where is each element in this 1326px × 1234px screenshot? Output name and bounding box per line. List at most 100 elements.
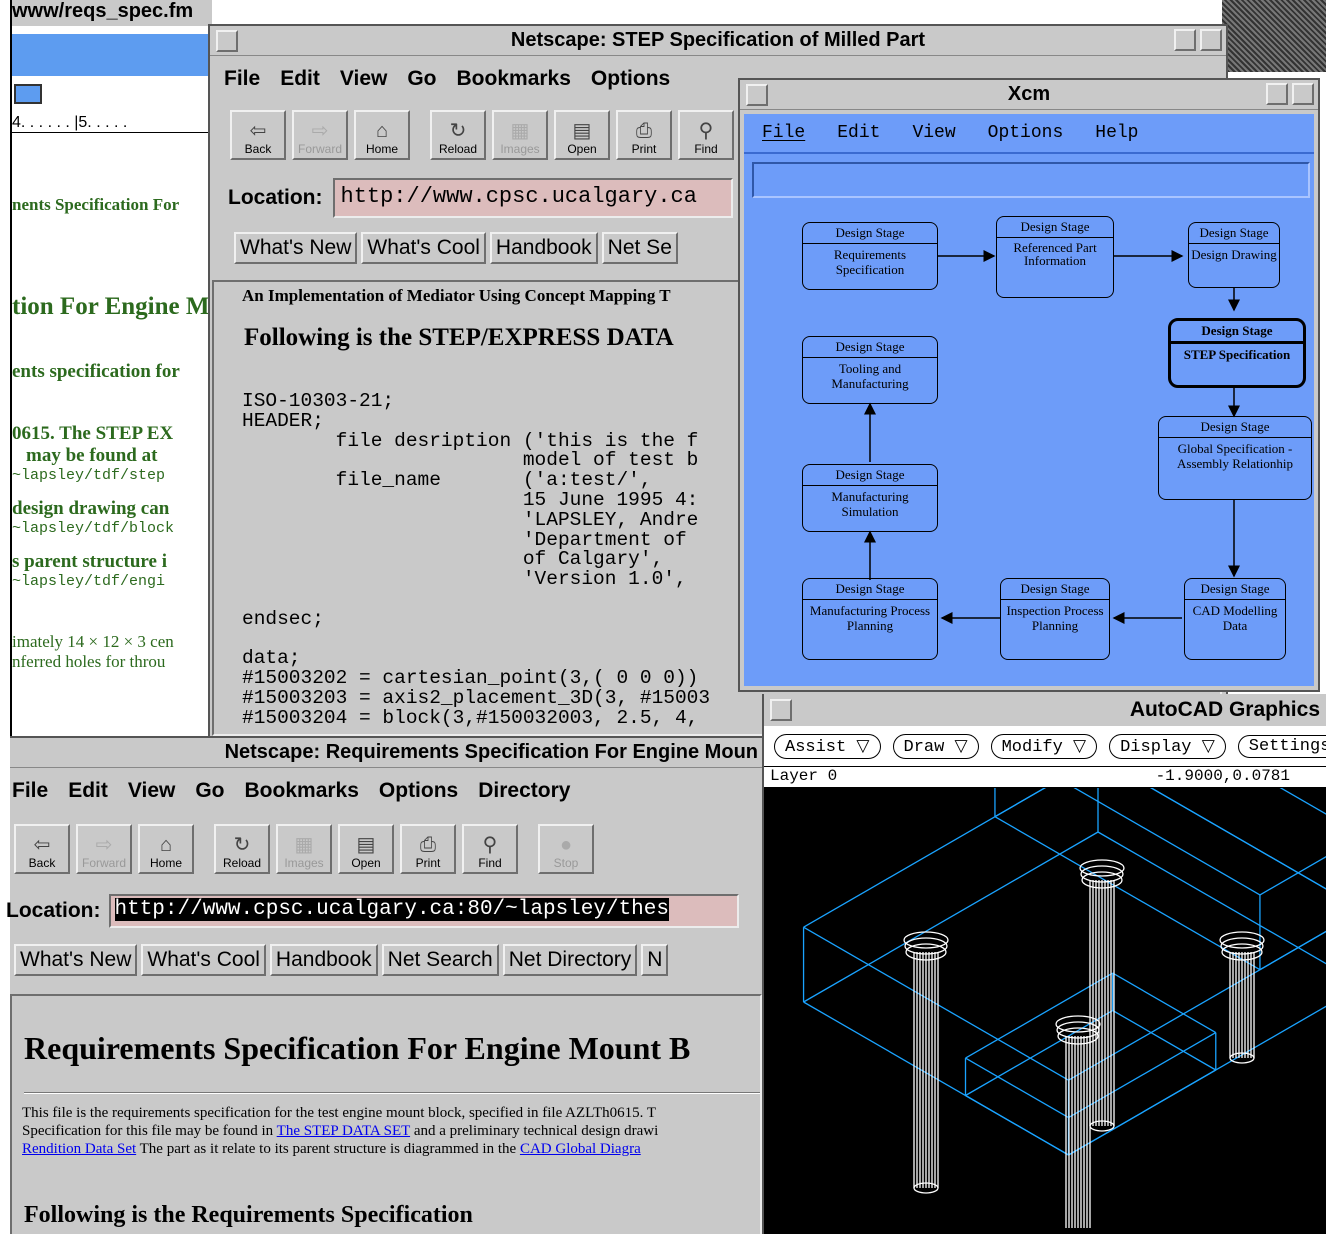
whats-cool-button[interactable]: What's Cool: [361, 232, 486, 264]
design-stage-inspection[interactable]: Design Stage Inspection Process Planning: [1000, 578, 1110, 660]
open-button[interactable]: ▤ Open: [338, 824, 394, 874]
fm-ruler: 4. . . . . . |5. . . . .: [12, 114, 212, 133]
autocad-titlebar[interactable]: AutoCAD Graphics: [764, 694, 1326, 726]
minimize-button[interactable]: [1266, 83, 1288, 105]
para-line-2: Specification for this file may be found…: [22, 1122, 658, 1140]
nav1-directory-buttons: What's New What's Cool Handbook Net Se: [234, 232, 678, 264]
stage-body: Global Specification - Assembly Relation…: [1177, 441, 1293, 471]
coordinate-readout: -1.9000,0.0781: [1155, 767, 1290, 785]
toolbar-button-label: Print: [415, 856, 441, 870]
toolbar-button-label: Home: [365, 142, 398, 156]
stage-head: Design Stage: [803, 223, 937, 244]
forward-button[interactable]: ⇨ Forward: [76, 824, 132, 874]
display-menu-button[interactable]: Display ▽: [1109, 733, 1226, 759]
stage-body: Referenced Part Information: [1013, 240, 1097, 268]
more-button[interactable]: N: [641, 944, 669, 976]
stop-button[interactable]: ● Stop: [538, 824, 594, 874]
home-button[interactable]: ⌂ Home: [354, 110, 410, 160]
toolbar-button-label: Images: [284, 856, 324, 870]
menu-go[interactable]: Go: [185, 779, 234, 803]
maximize-button[interactable]: [1292, 83, 1314, 105]
menu-options[interactable]: Options: [581, 67, 680, 91]
back-button[interactable]: ⇦ Back: [14, 824, 70, 874]
netscape2-titlebar[interactable]: Netscape: Requirements Specification For…: [10, 738, 762, 768]
modify-menu-button[interactable]: Modify ▽: [990, 733, 1098, 759]
xcm-window: Xcm File Edit View Options Help Design S…: [738, 78, 1320, 692]
layer-label: Layer 0: [770, 767, 838, 785]
menu-edit[interactable]: Edit: [58, 779, 118, 803]
design-stage-global-spec[interactable]: Design Stage Global Specification - Asse…: [1158, 416, 1312, 500]
back-button[interactable]: ⇦ Back: [230, 110, 286, 160]
cad-global-diagram-link[interactable]: CAD Global Diagra: [520, 1141, 641, 1157]
design-stage-design-drawing[interactable]: Design Stage Design Drawing: [1188, 222, 1280, 288]
location-input[interactable]: http://www.cpsc.ucalgary.ca: [332, 178, 733, 218]
menu-file[interactable]: File: [214, 67, 270, 91]
minimize-button[interactable]: [1174, 29, 1196, 51]
whats-cool-button[interactable]: What's Cool: [141, 944, 266, 976]
design-stage-step-specification[interactable]: Design Stage STEP Specification: [1168, 318, 1306, 388]
fm-line: s parent structure i: [12, 551, 167, 572]
settings-menu-button[interactable]: Settings: [1237, 734, 1326, 758]
menu-view[interactable]: View: [118, 779, 185, 803]
design-stage-process-planning[interactable]: Design Stage Manufacturing Process Plann…: [802, 578, 938, 660]
home-button[interactable]: ⌂ Home: [138, 824, 194, 874]
open-button[interactable]: ▤ Open: [554, 110, 610, 160]
net-search-button[interactable]: Net Se: [601, 232, 678, 264]
wireframe-edge: [1097, 831, 1326, 965]
print-button[interactable]: ⎙ Print: [400, 824, 456, 874]
menu-edit[interactable]: Edit: [270, 67, 330, 91]
para-line-1: This file is the requirements specificat…: [22, 1105, 657, 1121]
handbook-button[interactable]: Handbook: [269, 944, 378, 976]
location-input[interactable]: http://www.cpsc.ucalgary.ca:80/~lapsley/…: [108, 894, 739, 928]
reload-button[interactable]: ↻ Reload: [430, 110, 486, 160]
fm-line: design drawing can: [12, 498, 170, 519]
images-button[interactable]: ▦ Images: [492, 110, 548, 160]
net-directory-button[interactable]: Net Directory: [502, 944, 638, 976]
design-stage-tooling[interactable]: Design Stage Tooling and Manufacturing: [802, 336, 938, 404]
images-button[interactable]: ▦ Images: [276, 824, 332, 874]
handbook-button[interactable]: Handbook: [489, 232, 598, 264]
menu-file[interactable]: File: [2, 779, 58, 803]
find-button[interactable]: ⚲ Find: [678, 110, 734, 160]
netscape-requirements-window: Netscape: Requirements Specification For…: [6, 736, 762, 1234]
net-search-button[interactable]: Net Search: [381, 944, 499, 976]
draw-menu-button[interactable]: Draw ▽: [892, 733, 979, 759]
menu-bookmarks[interactable]: Bookmarks: [447, 67, 581, 91]
menu-bookmarks[interactable]: Bookmarks: [235, 779, 369, 803]
location-label: Location:: [6, 899, 101, 922]
autocad-drawing-canvas[interactable]: [768, 788, 1326, 1228]
menu-directory[interactable]: Directory: [468, 779, 580, 803]
fm-field[interactable]: [14, 84, 42, 104]
assist-menu-button[interactable]: Assist ▽: [774, 733, 881, 759]
design-stage-manufacturing-simulation[interactable]: Design Stage Manufacturing Simulation: [802, 464, 938, 532]
window-menu-button[interactable]: [770, 699, 792, 721]
netscape1-titlebar[interactable]: Netscape: STEP Specification of Milled P…: [210, 26, 1226, 56]
whats-new-button[interactable]: What's New: [234, 232, 358, 264]
window-menu-button[interactable]: [746, 84, 768, 106]
find-button[interactable]: ⚲ Find: [462, 824, 518, 874]
whats-new-button[interactable]: What's New: [14, 944, 138, 976]
maximize-button[interactable]: [1200, 29, 1222, 51]
menu-go[interactable]: Go: [397, 67, 446, 91]
print-button[interactable]: ⎙ Print: [616, 110, 672, 160]
reload-button[interactable]: ↻ Reload: [214, 824, 270, 874]
autocad-menu: Assist ▽ Draw ▽ Modify ▽ Display ▽ Setti…: [764, 726, 1326, 766]
forward-arrow-icon: ⇨: [95, 834, 113, 856]
window-menu-button[interactable]: [216, 30, 238, 52]
design-stage-requirements[interactable]: Design Stage Requirements Specification: [802, 222, 938, 290]
menu-view[interactable]: View: [330, 67, 397, 91]
rendition-data-set-link[interactable]: Rendition Data Set: [22, 1141, 136, 1157]
menu-options[interactable]: Options: [369, 779, 468, 803]
wireframe-edge: [1259, 930, 1326, 971]
forward-button[interactable]: ⇨ Forward: [292, 110, 348, 160]
design-stage-referenced-part[interactable]: Design Stage Referenced Part Information: [996, 216, 1114, 298]
stage-body: Tooling and Manufacturing: [831, 361, 909, 391]
home-icon: ⌂: [375, 120, 389, 142]
xcm-titlebar[interactable]: Xcm: [740, 80, 1318, 110]
open-icon: ▤: [356, 834, 376, 856]
toolbar-button-label: Forward: [81, 856, 126, 870]
step-data-set-link[interactable]: The STEP DATA SET: [277, 1123, 410, 1139]
stage-head: Design Stage: [997, 217, 1113, 238]
design-stage-cad-data[interactable]: Design Stage CAD Modelling Data: [1184, 578, 1286, 660]
nav2-content: Requirements Specification For Engine Mo…: [10, 994, 762, 1234]
